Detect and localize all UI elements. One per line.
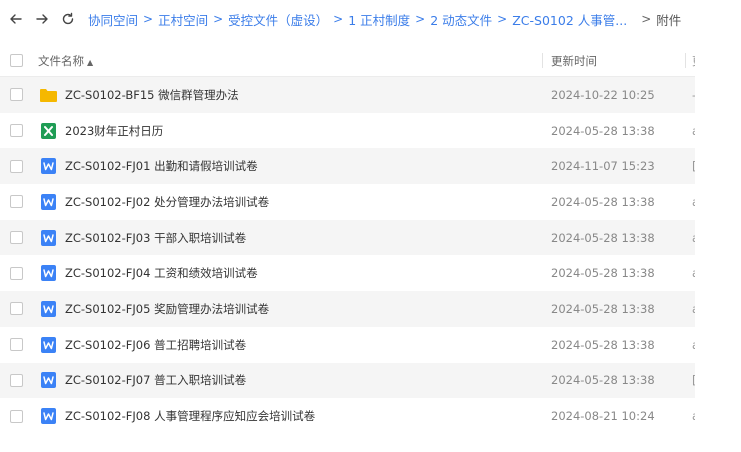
breadcrumb-separator: >	[213, 12, 224, 26]
folder-icon	[40, 86, 57, 103]
file-name[interactable]: ZC-S0102-FJ08 人事管理程序应知应会培训试卷	[65, 408, 315, 424]
table-row[interactable]: ZC-S0102-FJ01 出勤和请假培训试卷 2024-11-07 15:23 [	[0, 148, 695, 185]
breadcrumb-current: 附件	[656, 12, 682, 28]
row-checkbox[interactable]	[10, 231, 23, 245]
arrow-right-icon[interactable]	[32, 9, 52, 29]
file-name[interactable]: ZC-S0102-BF15 微信群管理办法	[65, 87, 239, 103]
truncated-cell: -	[692, 88, 695, 102]
truncated-cell: [	[692, 373, 695, 387]
updated-time: 2024-05-28 13:38	[551, 301, 655, 316]
file-name[interactable]: ZC-S0102-FJ07 普工入职培训试卷	[65, 372, 246, 388]
truncated-cell: a	[692, 195, 695, 209]
breadcrumb-item[interactable]: 受控文件（虚设）	[228, 10, 328, 29]
file-name[interactable]: ZC-S0102-FJ05 奖励管理办法培训试卷	[65, 301, 269, 317]
table-header: 文件名称▲ 更新时间 更	[0, 44, 695, 77]
file-table: 文件名称▲ 更新时间 更 ZC-S0102-BF15 微信群管理办法 2024-1…	[0, 44, 741, 434]
breadcrumb-item[interactable]: ZC-S0102 人事管...	[512, 10, 627, 29]
table-row[interactable]: 2023财年正村日历 2024-05-28 13:38 a	[0, 113, 695, 149]
updated-time: 2024-08-21 10:24	[551, 409, 655, 424]
truncated-cell: [	[692, 159, 695, 173]
select-all-checkbox[interactable]	[10, 54, 23, 67]
table-row[interactable]: ZC-S0102-FJ03 干部入职培训试卷 2024-05-28 13:38 a	[0, 219, 695, 256]
table-row[interactable]: ZC-S0102-BF15 微信群管理办法 2024-10-22 10:25 -	[0, 77, 695, 113]
row-checkbox[interactable]	[10, 302, 23, 316]
breadcrumb-separator: >	[333, 12, 344, 26]
updated-time: 2024-05-28 13:38	[551, 123, 655, 138]
breadcrumb-separator: >	[415, 12, 426, 26]
table-row[interactable]: ZC-S0102-FJ08 人事管理程序应知应会培训试卷 2024-08-21 1…	[0, 398, 695, 434]
row-checkbox[interactable]	[10, 373, 23, 387]
word-icon	[40, 193, 57, 210]
file-name[interactable]: ZC-S0102-FJ06 普工招聘培训试卷	[65, 337, 246, 353]
refresh-icon[interactable]	[58, 9, 78, 29]
table-row[interactable]: ZC-S0102-FJ06 普工招聘培训试卷 2024-05-28 13:38 a	[0, 327, 695, 363]
file-name[interactable]: 2023财年正村日历	[65, 123, 163, 139]
updated-time: 2024-05-28 13:38	[551, 337, 655, 352]
word-icon	[40, 408, 57, 425]
breadcrumb-separator: >	[641, 12, 652, 26]
updated-time: 2024-11-07 15:23	[551, 159, 655, 174]
breadcrumb-separator: >	[497, 12, 508, 26]
row-checkbox[interactable]	[10, 266, 23, 280]
column-divider[interactable]	[542, 53, 543, 68]
updated-time: 2024-05-28 13:38	[551, 230, 655, 245]
updated-time: 2024-05-28 13:38	[551, 266, 655, 281]
navigation-bar: 协同空间 > 正村空间 > 受控文件（虚设） > 1 正村制度 > 2 动态文件…	[0, 0, 741, 38]
column-header-name-label: 文件名称	[38, 53, 84, 68]
row-checkbox[interactable]	[10, 124, 23, 138]
word-icon	[40, 265, 57, 282]
word-icon	[40, 300, 57, 317]
row-checkbox[interactable]	[10, 159, 23, 173]
column-divider[interactable]	[685, 53, 686, 68]
breadcrumb-separator: >	[143, 12, 154, 26]
breadcrumb-item[interactable]: 1 正村制度	[348, 10, 410, 29]
file-name[interactable]: ZC-S0102-FJ04 工资和绩效培训试卷	[65, 265, 258, 281]
table-row[interactable]: ZC-S0102-FJ04 工资和绩效培训试卷 2024-05-28 13:38 a	[0, 255, 695, 291]
file-name[interactable]: ZC-S0102-FJ03 干部入职培训试卷	[65, 230, 246, 246]
file-name[interactable]: ZC-S0102-FJ02 处分管理办法培训试卷	[65, 194, 269, 210]
file-list: ZC-S0102-BF15 微信群管理办法 2024-10-22 10:25 - 20…	[0, 77, 741, 434]
row-checkbox[interactable]	[10, 88, 23, 102]
truncated-cell: a	[692, 231, 695, 245]
column-header-partial[interactable]: 更	[692, 53, 695, 69]
word-icon	[40, 158, 57, 175]
word-icon	[40, 336, 57, 353]
word-icon	[40, 372, 57, 389]
truncated-cell: a	[692, 302, 695, 316]
table-row[interactable]: ZC-S0102-FJ07 普工入职培训试卷 2024-05-28 13:38 [	[0, 362, 695, 399]
sort-ascending-icon: ▲	[87, 57, 94, 67]
word-icon	[40, 229, 57, 246]
truncated-cell: a	[692, 338, 695, 352]
excel-icon	[40, 122, 57, 139]
updated-time: 2024-05-28 13:38	[551, 194, 655, 209]
arrow-left-icon[interactable]	[6, 9, 26, 29]
table-row[interactable]: ZC-S0102-FJ02 处分管理办法培训试卷 2024-05-28 13:38…	[0, 184, 695, 220]
table-row[interactable]: ZC-S0102-FJ05 奖励管理办法培训试卷 2024-05-28 13:38…	[0, 291, 695, 327]
row-checkbox[interactable]	[10, 195, 23, 209]
column-header-updated[interactable]: 更新时间	[551, 53, 597, 69]
updated-time: 2024-10-22 10:25	[551, 87, 655, 102]
breadcrumb-item[interactable]: 协同空间	[88, 10, 138, 29]
truncated-cell: a	[692, 409, 695, 423]
breadcrumb-item[interactable]: 2 动态文件	[430, 10, 492, 29]
breadcrumb-item[interactable]: 正村空间	[158, 10, 208, 29]
updated-time: 2024-05-28 13:38	[551, 373, 655, 388]
breadcrumb: 协同空间 > 正村空间 > 受控文件（虚设） > 1 正村制度 > 2 动态文件…	[88, 10, 681, 29]
truncated-cell: a	[692, 266, 695, 280]
truncated-cell: a	[692, 124, 695, 138]
file-name[interactable]: ZC-S0102-FJ01 出勤和请假培训试卷	[65, 158, 258, 174]
column-header-name[interactable]: 文件名称 ▲	[38, 53, 93, 69]
row-checkbox[interactable]	[10, 409, 23, 423]
row-checkbox[interactable]	[10, 338, 23, 352]
